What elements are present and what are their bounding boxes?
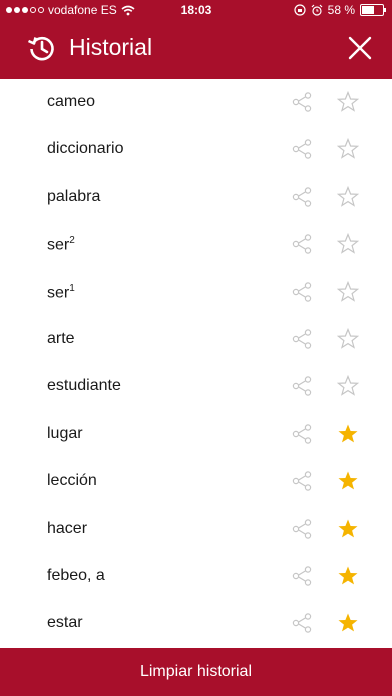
history-list: cameo diccionario palabra ser2 ser1 arte estud… <box>0 79 392 648</box>
star-outline-icon[interactable] <box>337 375 359 397</box>
share-icon[interactable] <box>291 423 313 445</box>
share-icon[interactable] <box>291 233 313 255</box>
history-row[interactable]: diccionario <box>0 126 392 173</box>
history-term-word: cameo <box>47 93 96 110</box>
history-term-word: hacer <box>47 519 88 537</box>
history-term: arte <box>47 330 75 348</box>
history-row[interactable]: febeo, a <box>0 553 392 600</box>
star-outline-icon[interactable] <box>337 185 359 208</box>
star-outline-icon[interactable] <box>337 280 359 303</box>
share-icon[interactable] <box>291 612 313 634</box>
star-filled-icon[interactable] <box>337 612 359 634</box>
history-icon <box>27 36 54 61</box>
share-icon[interactable] <box>291 518 313 540</box>
share-icon[interactable] <box>291 328 313 350</box>
page-title: Historial <box>69 34 153 60</box>
status-right: 58 % <box>294 3 386 17</box>
history-term-word: palabra <box>47 187 101 205</box>
nav-bar: Historial <box>0 20 392 79</box>
history-term-word: arte <box>47 329 75 347</box>
history-row[interactable]: lección <box>0 458 392 505</box>
history-row[interactable]: ser2 <box>0 221 392 268</box>
battery-icon <box>360 4 386 16</box>
history-row[interactable]: estudiante <box>0 363 392 410</box>
share-icon[interactable] <box>291 138 313 160</box>
star-filled-icon[interactable] <box>337 423 359 445</box>
history-term: hacer <box>47 520 87 538</box>
history-term: febeo, a <box>47 567 105 585</box>
history-row[interactable]: cameo <box>0 79 392 126</box>
star-outline-icon[interactable] <box>337 327 359 350</box>
homonym-number: 2 <box>69 235 75 247</box>
star-outline-icon[interactable] <box>337 138 359 160</box>
star-filled-icon[interactable] <box>337 470 359 492</box>
history-term-word: ser <box>47 236 70 254</box>
history-row[interactable]: estar <box>0 600 392 647</box>
history-term: ser1 <box>47 283 75 302</box>
history-term-word: lugar <box>47 424 83 442</box>
history-row[interactable]: arte <box>0 316 392 363</box>
history-row[interactable]: lugar <box>0 411 392 458</box>
clear-history-button[interactable]: Limpiar historial <box>0 648 392 696</box>
star-filled-icon[interactable] <box>337 518 359 540</box>
history-term: ser2 <box>47 235 75 254</box>
history-term: estar <box>47 614 83 632</box>
rotation-lock-icon <box>294 4 306 16</box>
battery-percent: 58 % <box>327 3 355 17</box>
alarm-icon <box>311 4 323 16</box>
history-term: estudiante <box>47 377 121 395</box>
history-term: lección <box>47 472 97 490</box>
history-row[interactable]: ser1 <box>0 269 392 316</box>
history-term: palabra <box>47 188 100 206</box>
star-outline-icon[interactable] <box>337 233 359 255</box>
history-term: lugar <box>47 425 83 443</box>
clear-history-label: Limpiar historial <box>139 663 253 680</box>
share-icon[interactable] <box>291 470 313 492</box>
share-icon[interactable] <box>291 281 313 303</box>
history-term-word: estudiante <box>47 377 121 395</box>
homonym-number: 1 <box>69 282 75 294</box>
history-term-word: lección <box>47 472 97 490</box>
history-row[interactable]: palabra <box>0 174 392 221</box>
status-bar: vodafone ES 18:03 58 % <box>0 0 392 20</box>
history-term: diccionario <box>47 140 123 158</box>
top-bar: vodafone ES 18:03 58 % Historial <box>0 0 392 79</box>
share-icon[interactable] <box>291 91 313 113</box>
history-term-word: diccionario <box>47 140 124 158</box>
history-term-word: febeo, a <box>47 566 105 584</box>
history-term: cameo <box>47 93 95 111</box>
history-row[interactable]: hacer <box>0 506 392 553</box>
history-term-word: estar <box>47 614 83 632</box>
share-icon[interactable] <box>291 186 313 208</box>
share-icon[interactable] <box>291 375 313 397</box>
star-filled-icon[interactable] <box>337 565 359 587</box>
history-term-word: ser <box>47 283 70 301</box>
close-icon[interactable] <box>346 34 374 62</box>
share-icon[interactable] <box>291 565 313 587</box>
star-outline-icon[interactable] <box>337 91 359 113</box>
